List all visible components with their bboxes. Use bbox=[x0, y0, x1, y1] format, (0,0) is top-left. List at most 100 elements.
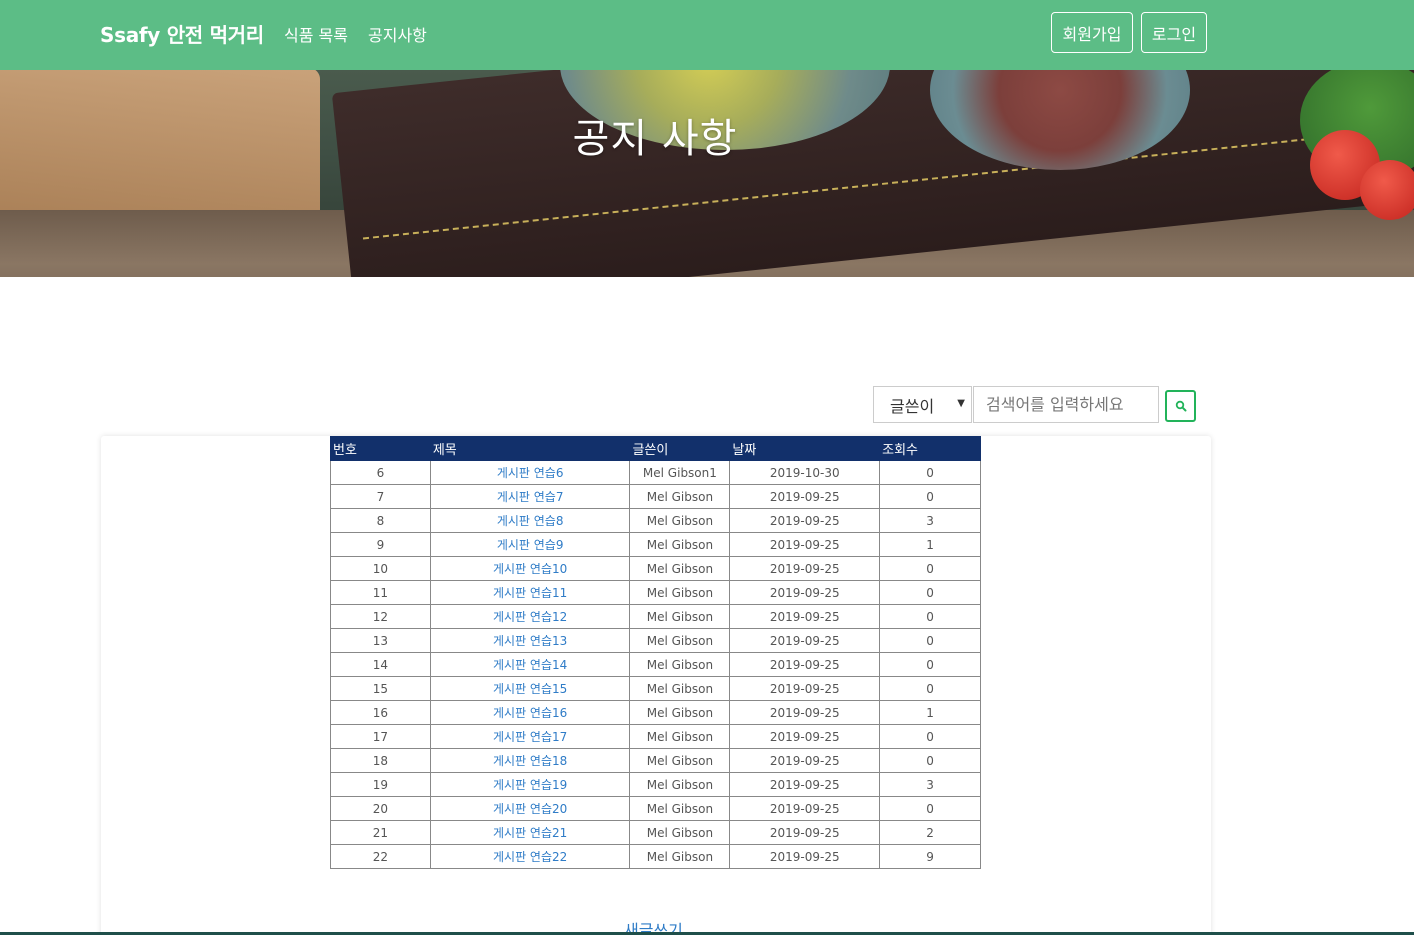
cell-writer: Mel Gibson1 bbox=[629, 460, 731, 485]
cell-views: 0 bbox=[879, 460, 981, 485]
table-row: 13 게시판 연습13 Mel Gibson 2019-09-25 0 bbox=[330, 628, 981, 653]
cell-title-link[interactable]: 게시판 연습12 bbox=[429, 604, 631, 629]
cell-number: 9 bbox=[330, 532, 431, 557]
cell-writer: Mel Gibson bbox=[629, 532, 731, 557]
cell-writer: Mel Gibson bbox=[629, 796, 731, 821]
search-input[interactable] bbox=[973, 386, 1159, 423]
cell-views: 0 bbox=[879, 676, 981, 701]
cell-date: 2019-09-25 bbox=[729, 556, 881, 581]
cell-number: 7 bbox=[330, 484, 431, 509]
cell-title-link[interactable]: 게시판 연습19 bbox=[429, 772, 631, 797]
cell-writer: Mel Gibson bbox=[629, 748, 731, 773]
table-row: 19 게시판 연습19 Mel Gibson 2019-09-25 3 bbox=[330, 772, 981, 797]
table-row: 12 게시판 연습12 Mel Gibson 2019-09-25 0 bbox=[330, 604, 981, 629]
cell-date: 2019-09-25 bbox=[729, 844, 881, 869]
cell-date: 2019-09-25 bbox=[729, 580, 881, 605]
cell-date: 2019-09-25 bbox=[729, 700, 881, 725]
table-row: 17 게시판 연습17 Mel Gibson 2019-09-25 0 bbox=[330, 724, 981, 749]
header-title: 제목 bbox=[429, 436, 631, 461]
cell-title-link[interactable]: 게시판 연습13 bbox=[429, 628, 631, 653]
cell-writer: Mel Gibson bbox=[629, 844, 731, 869]
cell-views: 0 bbox=[879, 580, 981, 605]
table-header-row: 번호 제목 글쓴이 날짜 조회수 bbox=[330, 436, 981, 461]
cell-number: 14 bbox=[330, 652, 431, 677]
cell-views: 0 bbox=[879, 724, 981, 749]
cell-views: 2 bbox=[879, 820, 981, 845]
cell-number: 12 bbox=[330, 604, 431, 629]
cell-title-link[interactable]: 게시판 연습18 bbox=[429, 748, 631, 773]
cell-title-link[interactable]: 게시판 연습10 bbox=[429, 556, 631, 581]
cell-number: 15 bbox=[330, 676, 431, 701]
cell-title-link[interactable]: 게시판 연습17 bbox=[429, 724, 631, 749]
navbar: Ssafy 안전 먹거리 식품 목록 공지사항 회원가입 로그인 bbox=[0, 0, 1414, 70]
table-row: 8 게시판 연습8 Mel Gibson 2019-09-25 3 bbox=[330, 508, 981, 533]
header-writer: 글쓴이 bbox=[629, 436, 731, 461]
cell-title-link[interactable]: 게시판 연습16 bbox=[429, 700, 631, 725]
cell-writer: Mel Gibson bbox=[629, 652, 731, 677]
search-type-select[interactable]: 글쓴이 ▼ bbox=[873, 386, 972, 423]
cell-date: 2019-09-25 bbox=[729, 484, 881, 509]
cell-writer: Mel Gibson bbox=[629, 700, 731, 725]
table-row: 20 게시판 연습20 Mel Gibson 2019-09-25 0 bbox=[330, 796, 981, 821]
nav-link-notice[interactable]: 공지사항 bbox=[368, 22, 427, 46]
cell-views: 1 bbox=[879, 532, 981, 557]
table-row: 22 게시판 연습22 Mel Gibson 2019-09-25 9 bbox=[330, 844, 981, 869]
cell-date: 2019-09-25 bbox=[729, 532, 881, 557]
table-row: 10 게시판 연습10 Mel Gibson 2019-09-25 0 bbox=[330, 556, 981, 581]
cell-views: 0 bbox=[879, 796, 981, 821]
cell-writer: Mel Gibson bbox=[629, 556, 731, 581]
cell-title-link[interactable]: 게시판 연습9 bbox=[429, 532, 631, 557]
cell-number: 17 bbox=[330, 724, 431, 749]
table-row: 15 게시판 연습15 Mel Gibson 2019-09-25 0 bbox=[330, 676, 981, 701]
cell-title-link[interactable]: 게시판 연습14 bbox=[429, 652, 631, 677]
search-button[interactable] bbox=[1165, 390, 1196, 422]
cell-views: 0 bbox=[879, 556, 981, 581]
cell-date: 2019-09-25 bbox=[729, 508, 881, 533]
brand-logo[interactable]: Ssafy 안전 먹거리 bbox=[100, 19, 264, 48]
cell-views: 3 bbox=[879, 508, 981, 533]
cell-number: 22 bbox=[330, 844, 431, 869]
cell-writer: Mel Gibson bbox=[629, 508, 731, 533]
cell-title-link[interactable]: 게시판 연습22 bbox=[429, 844, 631, 869]
cell-title-link[interactable]: 게시판 연습8 bbox=[429, 508, 631, 533]
table-row: 11 게시판 연습11 Mel Gibson 2019-09-25 0 bbox=[330, 580, 981, 605]
caret-down-icon: ▼ bbox=[957, 398, 965, 409]
cell-writer: Mel Gibson bbox=[629, 484, 731, 509]
cell-title-link[interactable]: 게시판 연습11 bbox=[429, 580, 631, 605]
cell-number: 8 bbox=[330, 508, 431, 533]
cell-views: 1 bbox=[879, 700, 981, 725]
login-button[interactable]: 로그인 bbox=[1141, 12, 1207, 53]
cell-views: 3 bbox=[879, 772, 981, 797]
cell-views: 0 bbox=[879, 652, 981, 677]
cell-title-link[interactable]: 게시판 연습20 bbox=[429, 796, 631, 821]
cell-writer: Mel Gibson bbox=[629, 772, 731, 797]
cell-views: 0 bbox=[879, 484, 981, 509]
cell-date: 2019-09-25 bbox=[729, 748, 881, 773]
cell-title-link[interactable]: 게시판 연습21 bbox=[429, 820, 631, 845]
hero-banner: 공지 사항 bbox=[0, 70, 1414, 277]
header-number: 번호 bbox=[330, 436, 431, 461]
cell-title-link[interactable]: 게시판 연습7 bbox=[429, 484, 631, 509]
cell-number: 11 bbox=[330, 580, 431, 605]
cell-number: 13 bbox=[330, 628, 431, 653]
notice-table: 번호 제목 글쓴이 날짜 조회수 6 게시판 연습6 Mel Gibson1 2019… bbox=[330, 436, 981, 869]
signup-button[interactable]: 회원가입 bbox=[1051, 12, 1133, 53]
header-date: 날짜 bbox=[729, 436, 881, 461]
table-row: 21 게시판 연습21 Mel Gibson 2019-09-25 2 bbox=[330, 820, 981, 845]
cell-writer: Mel Gibson bbox=[629, 580, 731, 605]
cell-date: 2019-09-25 bbox=[729, 652, 881, 677]
cell-writer: Mel Gibson bbox=[629, 724, 731, 749]
cell-title-link[interactable]: 게시판 연습6 bbox=[429, 460, 631, 485]
cell-date: 2019-09-25 bbox=[729, 724, 881, 749]
cell-writer: Mel Gibson bbox=[629, 604, 731, 629]
cell-title-link[interactable]: 게시판 연습15 bbox=[429, 676, 631, 701]
page-title: 공지 사항 bbox=[572, 116, 738, 162]
hero-image-tomato bbox=[1360, 160, 1414, 220]
table-row: 18 게시판 연습18 Mel Gibson 2019-09-25 0 bbox=[330, 748, 981, 773]
cell-writer: Mel Gibson bbox=[629, 820, 731, 845]
table-row: 16 게시판 연습16 Mel Gibson 2019-09-25 1 bbox=[330, 700, 981, 725]
nav-link-food-list[interactable]: 식품 목록 bbox=[284, 22, 348, 46]
cell-date: 2019-10-30 bbox=[729, 460, 881, 485]
cell-number: 6 bbox=[330, 460, 431, 485]
table-row: 9 게시판 연습9 Mel Gibson 2019-09-25 1 bbox=[330, 532, 981, 557]
